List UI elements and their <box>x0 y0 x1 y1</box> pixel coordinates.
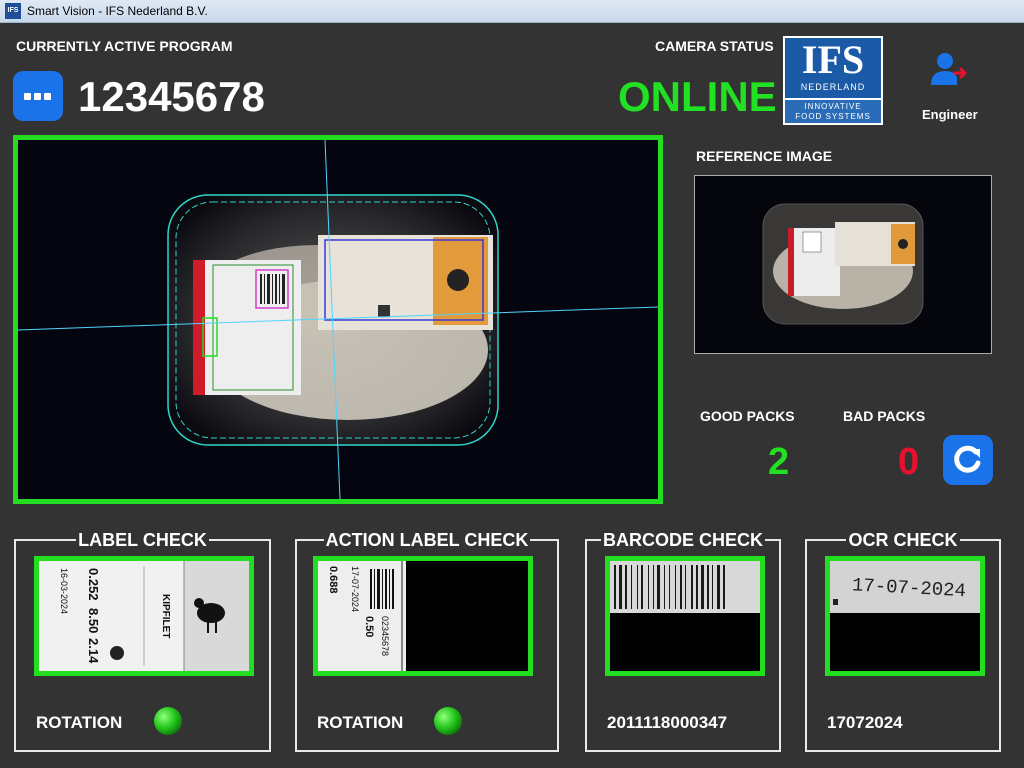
action-code-text: 02345678 <box>380 616 390 656</box>
barcode-bar <box>653 565 654 609</box>
barcode-bar <box>696 565 698 609</box>
barcode-check-image <box>605 556 765 676</box>
action-weight-text: 0.688 <box>327 566 339 594</box>
barcode-bar <box>675 565 676 609</box>
barcode-bar <box>625 565 627 609</box>
label-weight-text: 0.252 <box>86 568 101 601</box>
barcode-bar <box>614 565 616 609</box>
ocr-check-panel: OCR CHECK 17-07-2024 17072024 <box>805 530 1001 752</box>
barcode-bar <box>707 565 709 609</box>
label-date-text: 16-03-2024 <box>59 568 69 614</box>
barcode-bar <box>657 565 660 609</box>
barcode-bar <box>641 565 643 609</box>
ocr-check-title: OCR CHECK <box>846 530 960 550</box>
user-logout-icon[interactable] <box>928 49 972 93</box>
barcode-bar <box>691 565 693 609</box>
camera-status-value: ONLINE <box>618 73 777 120</box>
label-check-image: 0.252 8.50 16-03-2024 2.14 KIPFILET <box>34 556 254 676</box>
action-label-check-status-led-icon <box>434 707 462 735</box>
logo-country: NEDERLAND <box>800 82 866 92</box>
bad-packs-label: BAD PACKS <box>843 408 926 424</box>
action-discount-text: 0.50 <box>363 616 375 637</box>
action-label-check-rotation-label: ROTATION <box>317 713 404 732</box>
reference-image-label: REFERENCE IMAGE <box>696 148 833 164</box>
ocr-value: 17072024 <box>827 713 903 732</box>
label-check-rotation-label: ROTATION <box>36 713 123 732</box>
logo-tagline-2: FOOD SYSTEMS <box>795 112 871 121</box>
action-label-check-panel: ACTION LABEL CHECK 0.688 17-07-2024 0.50 <box>295 530 559 752</box>
reference-image <box>694 175 992 354</box>
barcode-bar <box>680 565 682 609</box>
program-number: 12345678 <box>78 73 265 120</box>
barcode-bar <box>648 565 649 609</box>
logo-brand: IFS <box>801 37 865 82</box>
barcode-bar <box>701 565 704 609</box>
barcode-bar <box>669 565 670 609</box>
barcode-check-title: BARCODE CHECK <box>600 530 765 550</box>
barcode-bar <box>637 565 638 609</box>
window-title: Smart Vision - IFS Nederland B.V. <box>27 4 208 18</box>
label-check-panel: LABEL CHECK 0.252 8.50 16-03-2024 2.14 K… <box>14 530 271 752</box>
program-menu-button[interactable] <box>13 71 63 121</box>
barcode-value: 2011118000347 <box>607 713 728 732</box>
barcode-bar <box>619 565 622 609</box>
more-dots-icon <box>24 93 31 100</box>
bad-packs-count: 0 <box>898 441 920 483</box>
main-view: CURRENTLY ACTIVE PROGRAM 12345678 CAMERA… <box>0 23 1024 768</box>
action-date-text: 17-07-2024 <box>350 566 360 612</box>
reset-counters-button[interactable] <box>943 435 993 485</box>
label-check-title: LABEL CHECK <box>76 530 209 550</box>
label-product-text: KIPFILET <box>160 594 171 638</box>
logo-tagline-1: INNOVATIVE <box>804 102 862 111</box>
barcode-bar <box>723 565 725 609</box>
barcode-bar <box>712 565 713 609</box>
live-camera-view <box>13 135 663 504</box>
barcode-bar <box>631 565 632 609</box>
good-packs-count: 2 <box>768 441 790 483</box>
user-role-label: Engineer <box>922 107 978 122</box>
ocr-check-image: 17-07-2024 <box>825 556 985 676</box>
barcode-bar <box>685 565 686 609</box>
refresh-icon <box>954 445 981 473</box>
action-label-check-image: 0.688 17-07-2024 0.50 02345678 <box>313 556 533 676</box>
barcode-bar <box>717 565 720 609</box>
label-price-text: 2.14 <box>86 638 101 664</box>
label-check-status-led-icon <box>154 707 182 735</box>
action-label-check-title: ACTION LABEL CHECK <box>323 530 531 550</box>
barcode-check-panel: BARCODE CHECK 2011118000347 <box>585 530 781 752</box>
ifs-logo: IFS NEDERLAND INNOVATIVE FOOD SYSTEMS <box>783 36 883 125</box>
good-packs-label: GOOD PACKS <box>700 408 795 424</box>
camera-status-label: CAMERA STATUS <box>655 38 774 54</box>
app-icon: IFS <box>5 3 21 19</box>
label-price-per-kg-text: 8.50 <box>86 608 101 633</box>
barcode-bar <box>664 565 665 609</box>
program-label: CURRENTLY ACTIVE PROGRAM <box>16 38 233 54</box>
window-titlebar: IFS Smart Vision - IFS Nederland B.V. <box>0 0 1024 23</box>
